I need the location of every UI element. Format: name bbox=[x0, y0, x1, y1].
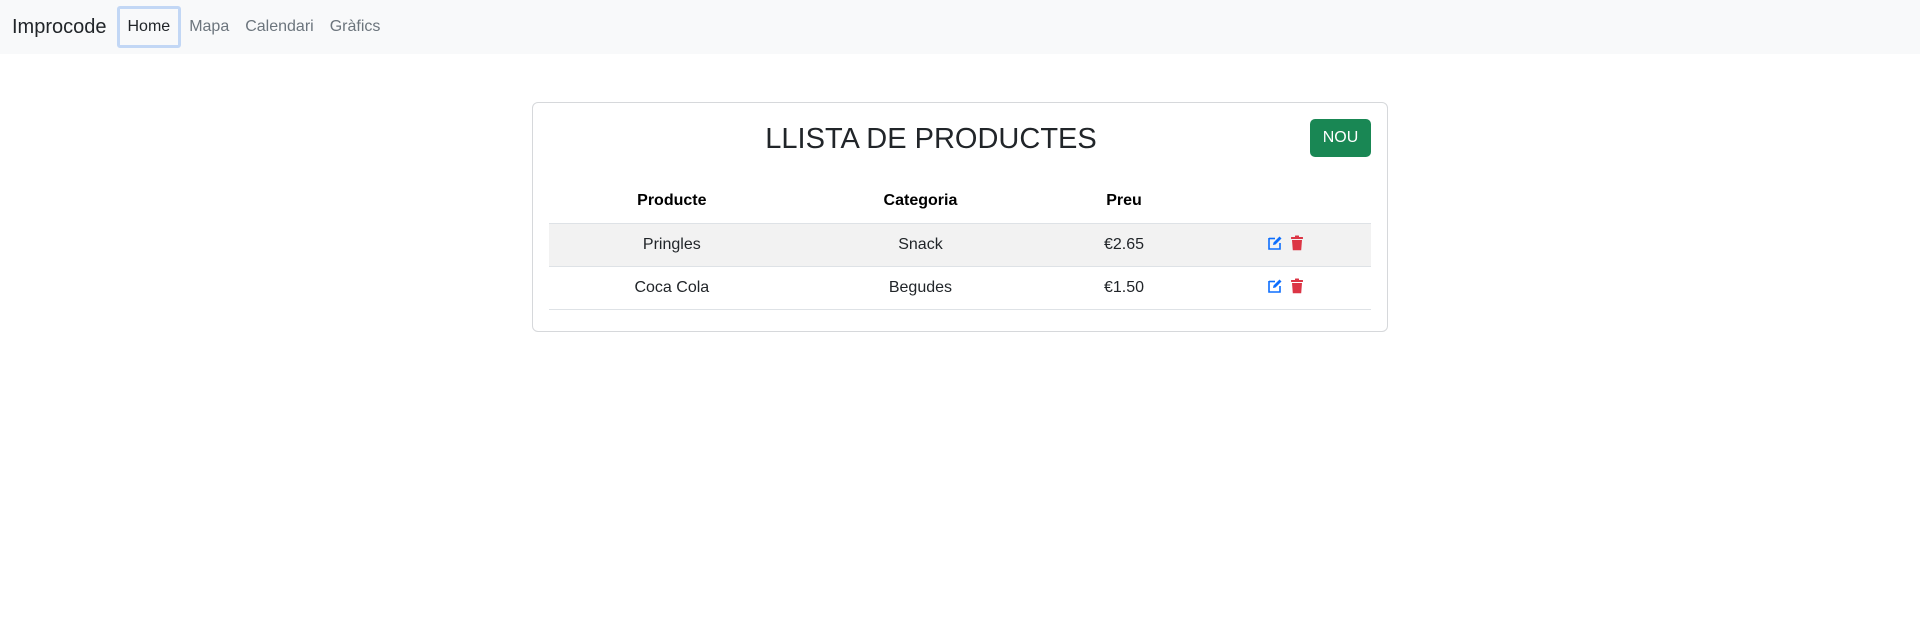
products-card: LLISTA DE PRODUCTES NOU Producte Categor… bbox=[532, 102, 1388, 332]
cell-product: Pringles bbox=[549, 223, 795, 267]
new-product-button[interactable]: NOU bbox=[1310, 119, 1371, 157]
cell-actions bbox=[1201, 223, 1371, 267]
nav-link-home[interactable]: Home bbox=[116, 6, 182, 48]
cell-category: Begudes bbox=[794, 266, 1047, 310]
row-actions bbox=[1267, 278, 1305, 294]
cell-price: €1.50 bbox=[1046, 266, 1202, 310]
header-actions bbox=[1201, 179, 1371, 224]
row-actions bbox=[1267, 235, 1305, 251]
nav-links: Home Mapa Calendari Gràfics bbox=[116, 6, 389, 48]
header-producte: Producte bbox=[549, 179, 795, 224]
products-table: Producte Categoria Preu Pringles Snack €… bbox=[549, 179, 1371, 310]
cell-actions bbox=[1201, 266, 1371, 310]
header-preu: Preu bbox=[1046, 179, 1202, 224]
cell-category: Snack bbox=[794, 223, 1047, 267]
edit-icon[interactable] bbox=[1267, 235, 1283, 251]
cell-price: €2.65 bbox=[1046, 223, 1202, 267]
edit-icon[interactable] bbox=[1267, 278, 1283, 294]
nav-link-grafics[interactable]: Gràfics bbox=[322, 6, 389, 48]
table-row: Coca Cola Begudes €1.50 bbox=[549, 266, 1371, 310]
header-categoria: Categoria bbox=[794, 179, 1047, 224]
cell-product: Coca Cola bbox=[549, 266, 795, 310]
nav-link-mapa[interactable]: Mapa bbox=[181, 6, 237, 48]
table-row: Pringles Snack €2.65 bbox=[549, 223, 1371, 267]
trash-icon[interactable] bbox=[1289, 278, 1305, 294]
nav-link-calendari[interactable]: Calendari bbox=[237, 6, 321, 48]
navbar-brand[interactable]: Improcode bbox=[12, 16, 107, 39]
trash-icon[interactable] bbox=[1289, 235, 1305, 251]
page-title: LLISTA DE PRODUCTES bbox=[765, 123, 1097, 155]
navbar: Improcode Home Mapa Calendari Gràfics bbox=[0, 0, 1920, 54]
table-header-row: Producte Categoria Preu bbox=[549, 179, 1371, 224]
